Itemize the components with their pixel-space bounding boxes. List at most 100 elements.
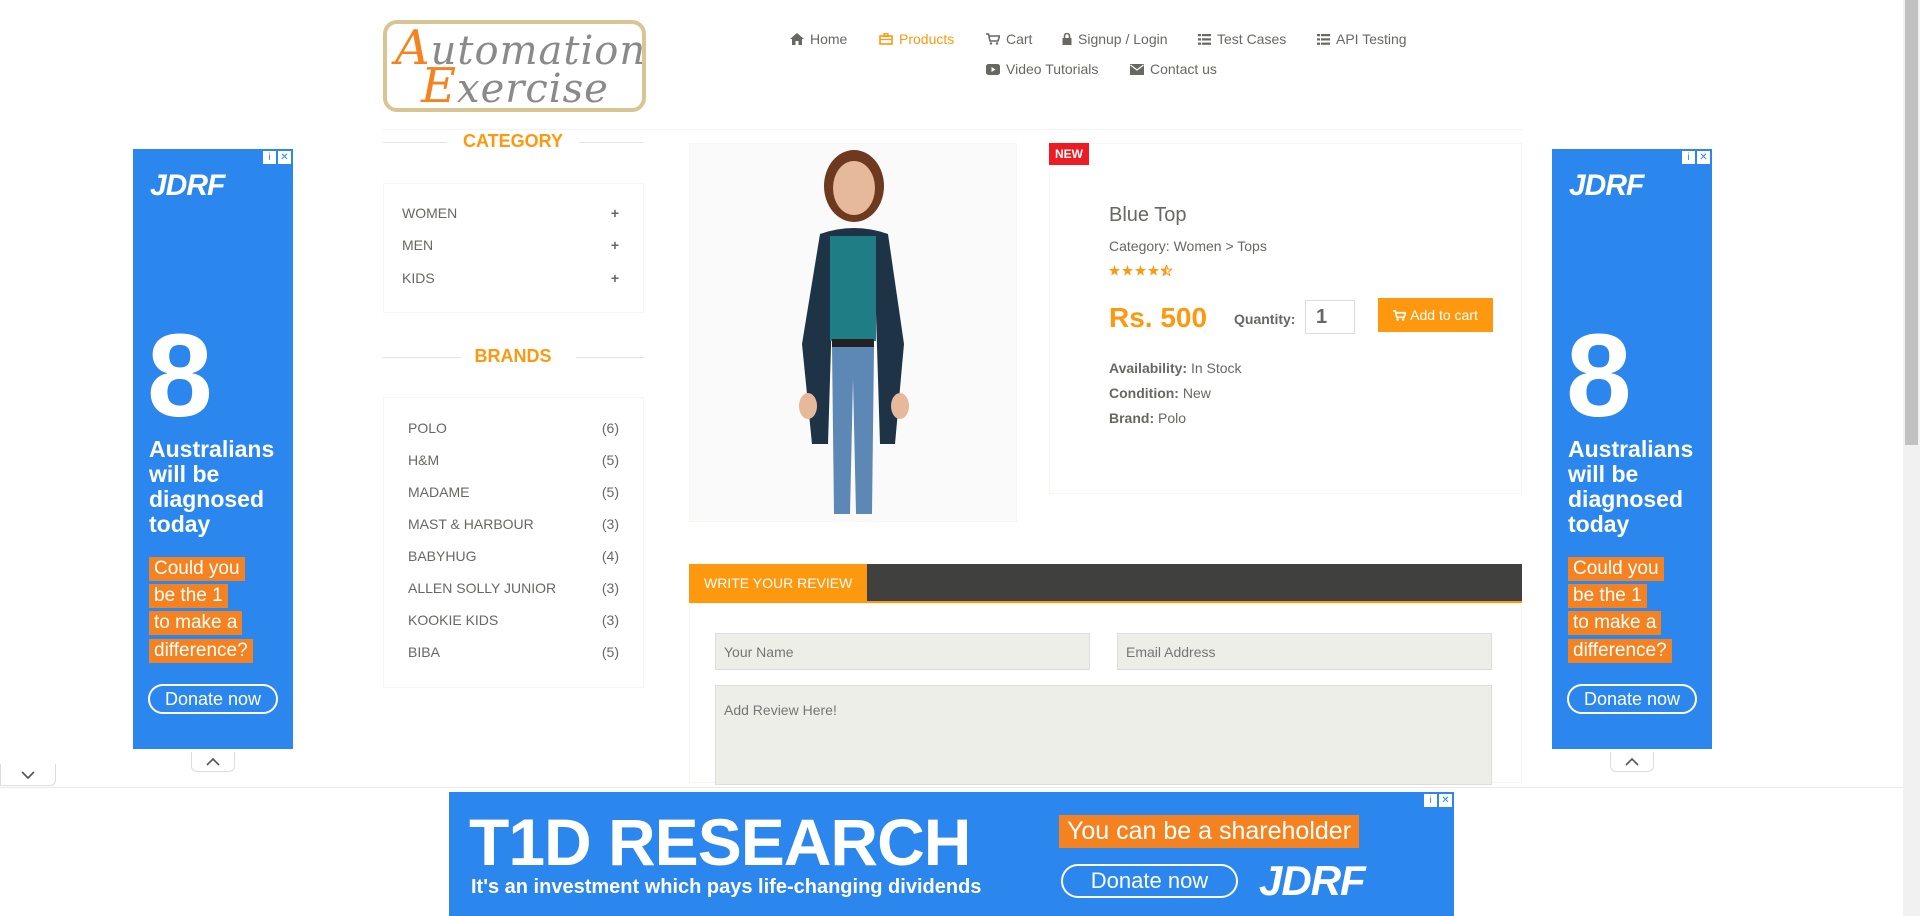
brand-count: (5) <box>601 644 619 660</box>
product-price: Rs. 500 <box>1109 302 1208 333</box>
ad-info-icon[interactable]: i <box>263 151 276 164</box>
nav-home[interactable]: Home <box>790 31 847 47</box>
ad-info-icon[interactable]: i <box>1682 151 1695 164</box>
home-icon <box>790 33 804 45</box>
page-collapse-toggle[interactable] <box>0 764 56 786</box>
scrollbar-thumb[interactable] <box>1905 0 1918 445</box>
nav-api-testing[interactable]: API Testing <box>1317 31 1407 47</box>
plus-icon[interactable]: + <box>611 205 619 221</box>
brand-item[interactable]: BABYHUG (4) <box>408 548 619 564</box>
product-name: Blue Top <box>1109 204 1187 226</box>
ad-controls: i ✕ <box>1424 794 1452 807</box>
nav-products[interactable]: Products <box>879 31 954 47</box>
new-badge: NEW <box>1049 143 1089 165</box>
brand-label: ALLEN SOLLY JUNIOR <box>408 580 557 596</box>
logo-word-2: Exercise <box>421 58 609 108</box>
review-text-input[interactable] <box>715 685 1492 785</box>
brand-label: Brand: <box>1109 410 1155 426</box>
ad-controls: i ✕ <box>263 151 291 164</box>
condition-value: New <box>1182 385 1211 401</box>
ad-text-line: Australians <box>1568 436 1694 462</box>
star-icon <box>1135 265 1146 276</box>
right-ad-collapse[interactable] <box>1610 752 1654 772</box>
brand-item[interactable]: ALLEN SOLLY JUNIOR (3) <box>408 580 619 596</box>
envelope-icon <box>1130 63 1144 75</box>
tab-write-review[interactable]: WRITE YOUR REVIEW <box>689 564 868 603</box>
left-side-ad[interactable]: i ✕ JDRF 8 Australians will be diagnosed … <box>133 149 293 749</box>
brand-item[interactable]: BIBA (5) <box>408 644 619 660</box>
ad-text-line: diagnosed <box>149 486 265 512</box>
chevron-up-icon <box>1625 757 1639 766</box>
availability-row: Availability: In Stock <box>1109 360 1242 376</box>
quantity-label: Quantity: <box>1234 311 1296 327</box>
brand-value: Polo <box>1158 410 1187 426</box>
category-item-kids[interactable]: KIDS + <box>402 270 619 286</box>
ad-controls: i ✕ <box>1682 151 1710 164</box>
nav-cart-label: Cart <box>1006 31 1033 47</box>
site-logo[interactable]: Automation Exercise <box>383 20 646 112</box>
cart-icon <box>986 33 1000 45</box>
brand-row: Brand: Polo <box>1109 410 1186 426</box>
nav-video-tutorials[interactable]: Video Tutorials <box>986 61 1098 77</box>
brand-item[interactable]: MAST & HARBOUR (3) <box>408 516 619 532</box>
ad-highlight-line: to make a <box>149 611 243 635</box>
ad-close-icon[interactable]: ✕ <box>278 151 291 164</box>
nav-cart[interactable]: Cart <box>986 31 1032 47</box>
plus-icon[interactable]: + <box>611 270 619 286</box>
chevron-up-icon <box>206 757 220 766</box>
ad-donate-button[interactable]: Donate now <box>1567 684 1697 714</box>
category-item-women[interactable]: WOMEN + <box>402 205 619 221</box>
ad-text-line: today <box>1568 511 1630 537</box>
brand-item[interactable]: POLO (6) <box>408 420 619 436</box>
add-to-cart-button[interactable]: Add to cart <box>1378 298 1493 332</box>
ad-donate-button[interactable]: Donate now <box>1061 864 1238 898</box>
category-item-men[interactable]: MEN + <box>402 237 619 253</box>
brand-count: (5) <box>601 484 619 500</box>
nav-contact-label: Contact us <box>1150 61 1217 77</box>
ad-subline: It's an investment which pays life-chang… <box>471 876 982 898</box>
nav-contact-us[interactable]: Contact us <box>1130 61 1217 77</box>
brand-item[interactable]: H&M (5) <box>408 452 619 468</box>
review-name-input[interactable] <box>715 633 1090 670</box>
nav-signup-label: Signup / Login <box>1078 31 1168 47</box>
list-icon <box>1317 33 1330 45</box>
brand-label: KOOKIE KIDS <box>408 612 499 628</box>
brand-count: (3) <box>601 612 619 628</box>
ad-logo: JDRF <box>1569 169 1644 202</box>
right-side-ad[interactable]: i ✕ JDRF 8 Australians will be diagnosed … <box>1552 149 1712 749</box>
condition-row: Condition: New <box>1109 385 1211 401</box>
category-label: MEN <box>402 237 434 253</box>
ad-highlight: You can be a shareholder <box>1059 815 1360 848</box>
bottom-ad-banner[interactable]: i ✕ T1D RESEARCH It's an investment which… <box>449 792 1454 916</box>
availability-label: Availability: <box>1109 360 1188 376</box>
product-category: Category: Women > Tops <box>1109 238 1267 254</box>
product-photo <box>690 144 1016 521</box>
quantity-input[interactable]: 1 <box>1305 300 1355 334</box>
ad-text-line: diagnosed <box>1568 486 1684 512</box>
brand-count: (4) <box>601 548 619 564</box>
ad-text-line: today <box>149 511 211 537</box>
star-half-icon <box>1161 265 1172 276</box>
brand-label: POLO <box>408 420 447 436</box>
ad-text-line: will be <box>1568 461 1639 487</box>
product-image <box>689 143 1017 522</box>
ad-logo: JDRF <box>150 169 225 202</box>
header-divider <box>383 129 1523 130</box>
list-icon <box>1198 33 1211 45</box>
ad-info-icon[interactable]: i <box>1424 794 1437 807</box>
ad-close-icon[interactable]: ✕ <box>1439 794 1452 807</box>
condition-label: Condition: <box>1109 385 1179 401</box>
ad-close-icon[interactable]: ✕ <box>1697 151 1710 164</box>
ad-number: 8 <box>1566 310 1632 442</box>
ad-text-line: Australians <box>149 436 275 462</box>
review-email-input[interactable] <box>1117 633 1492 670</box>
left-ad-collapse[interactable] <box>191 752 235 772</box>
nav-test-cases[interactable]: Test Cases <box>1198 31 1286 47</box>
nav-signup-login[interactable]: Signup / Login <box>1062 31 1168 47</box>
nav-api-testing-label: API Testing <box>1336 31 1407 47</box>
plus-icon[interactable]: + <box>611 237 619 253</box>
ad-text-line: will be <box>149 461 220 487</box>
ad-donate-button[interactable]: Donate now <box>148 684 278 714</box>
brand-item[interactable]: MADAME (5) <box>408 484 619 500</box>
brand-item[interactable]: KOOKIE KIDS (3) <box>408 612 619 628</box>
